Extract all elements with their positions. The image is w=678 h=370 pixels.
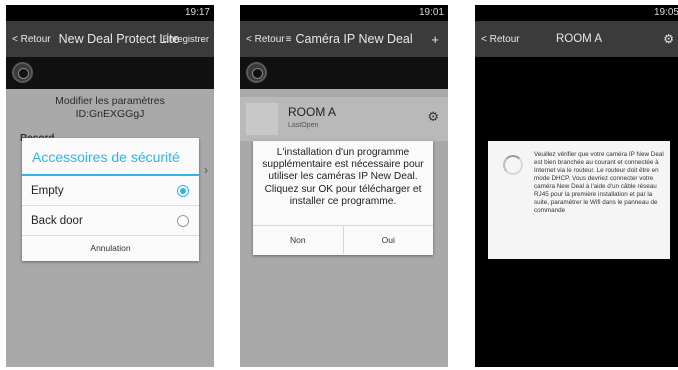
dialog-buttons: Non Oui <box>253 226 433 254</box>
save-button[interactable]: Enregistrer <box>163 34 209 45</box>
phone-screen-security-accessories: 19:17 < Retour New Deal Protect Lite Enr… <box>6 5 214 367</box>
device-id-label: ID:GnEXGGgJ <box>75 108 145 120</box>
add-button[interactable]: + <box>431 32 439 47</box>
option-label: Empty <box>31 185 64 197</box>
camera-icon[interactable] <box>12 62 33 83</box>
status-bar: 19:01 <box>240 5 448 21</box>
connection-info-dialog: Veuillez vérifier que votre caméra IP Ne… <box>488 141 670 259</box>
action-bar: < Retour ≡ Caméra IP New Deal + <box>240 21 448 57</box>
phone-screen-install-program: 19:01 < Retour ≡ Caméra IP New Deal + RO… <box>240 5 448 367</box>
action-bar: < Retour ROOM A ⚙ <box>475 21 678 57</box>
phone-screen-room-a: 19:05 < Retour ROOM A ⚙ Veuillez vérifie… <box>475 5 678 367</box>
status-time: 19:01 <box>418 7 444 18</box>
room-name: ROOM A <box>288 105 337 119</box>
menu-icon[interactable]: ≡ <box>286 34 292 45</box>
gear-icon[interactable]: ⚙ <box>427 109 439 125</box>
dialog-message: L'installation d'un programme supplément… <box>253 141 433 226</box>
yes-button[interactable]: Oui <box>342 226 434 254</box>
screen-title: New Deal Protect Lite <box>58 32 180 46</box>
dialog-title: Accessoires de sécurité <box>22 138 199 176</box>
gear-icon[interactable]: ⚙ <box>663 32 674 46</box>
radio-unselected-icon[interactable] <box>177 215 189 227</box>
settings-header: Modifier les paramètres ID:GnEXGGgJ <box>6 95 214 121</box>
back-button[interactable]: < Retour <box>240 34 285 45</box>
screen-title: ROOM A <box>555 33 602 45</box>
action-bar: < Retour New Deal Protect Lite Enregistr… <box>6 21 214 57</box>
status-time: 19:17 <box>184 7 210 18</box>
no-button[interactable]: Non <box>253 226 343 254</box>
status-bar: 19:05 <box>475 5 678 21</box>
status-bar: 19:17 <box>6 5 214 21</box>
camera-icon[interactable] <box>246 62 267 83</box>
dialog-message: Veuillez vérifier que votre caméra IP Ne… <box>534 151 664 214</box>
camera-bar <box>240 57 448 89</box>
back-button[interactable]: < Retour <box>6 34 51 45</box>
camera-bar <box>6 57 214 89</box>
option-empty[interactable]: Empty <box>22 176 199 206</box>
chevron-right-icon: › <box>204 163 208 177</box>
option-label: Back door <box>31 215 83 227</box>
loading-spinner-icon <box>503 155 523 175</box>
room-thumbnail <box>246 103 278 135</box>
room-list-item[interactable]: ROOM A LastOpen ⚙ <box>240 97 448 141</box>
modify-settings-label: Modifier les paramètres <box>55 95 165 107</box>
cancel-button[interactable]: Annulation <box>22 236 199 261</box>
install-program-dialog: L'installation d'un programme supplément… <box>253 141 433 255</box>
option-back-door[interactable]: Back door <box>22 206 199 236</box>
radio-selected-icon[interactable] <box>177 185 189 197</box>
security-accessories-dialog: Accessoires de sécurité Empty Back door … <box>22 138 199 261</box>
status-time: 19:05 <box>653 7 678 18</box>
room-status: LastOpen <box>288 122 319 129</box>
screen-title: Caméra IP New Deal <box>295 32 413 46</box>
